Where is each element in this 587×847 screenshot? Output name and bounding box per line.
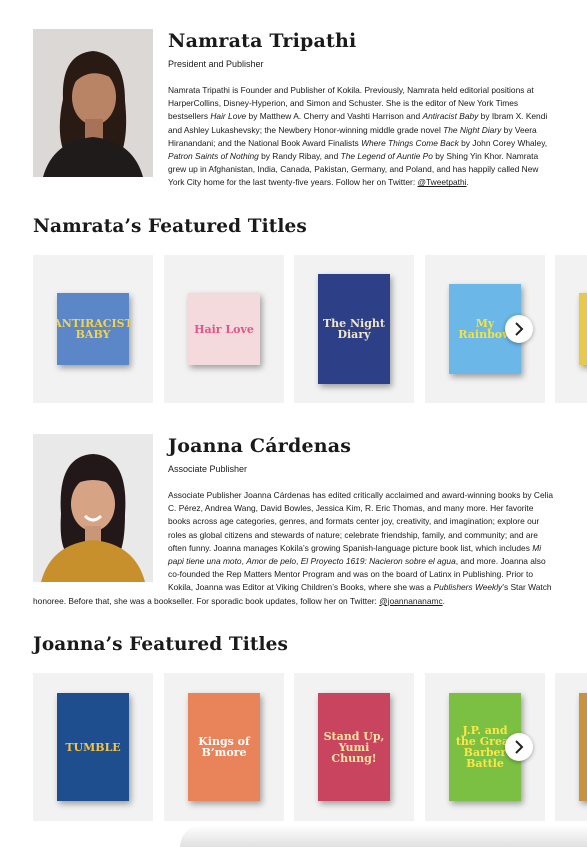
bio-text: by Randy Ribay, and <box>258 151 341 162</box>
partial-book-cover-2[interactable] <box>579 693 587 801</box>
bio-text: by Matthew A. Cherry and Vashti Harrison… <box>246 111 423 122</box>
hair-love-cover[interactable]: Hair Love <box>188 293 260 365</box>
kings-of-bmore-cover[interactable]: Kings of B’more <box>188 693 260 801</box>
namrata-featured-heading: Namrata’s Featured Titles <box>33 216 307 237</box>
bio-text: . <box>466 177 469 188</box>
chevron-right-icon <box>515 322 524 336</box>
book-card[interactable] <box>555 255 587 403</box>
book-card[interactable]: Stand Up, Yumi Chung! <box>294 673 414 821</box>
cover-title-text: TUMBLE <box>65 740 121 754</box>
stand-up-yumi-chung-cover[interactable]: Stand Up, Yumi Chung! <box>318 693 390 801</box>
book-title-italic: El Proyecto 1619: Nacieron sobre el agua <box>300 556 456 567</box>
book-title-italic: Where Things Come Back <box>361 137 459 148</box>
the-night-diary-cover[interactable]: The Night Diary <box>318 274 390 384</box>
photo-namrata-tripathi <box>33 29 153 177</box>
bio-text: . <box>442 595 445 606</box>
joanna-featured-heading: Joanna’s Featured Titles <box>33 634 288 655</box>
book-card[interactable] <box>555 673 587 821</box>
namrata-featured-carousel: ANTIRACIST BABY Hair Love The Night Diary M… <box>33 255 587 403</box>
cover-title-text: ANTIRACIST BABY <box>57 317 129 341</box>
profile-namrata: Namrata Tripathi President and Publisher… <box>33 29 553 190</box>
photo-joanna-cardenas <box>33 434 153 582</box>
bottom-shadow <box>180 825 587 847</box>
tumble-cover[interactable]: TUMBLE <box>57 693 129 801</box>
carousel-next-button-2[interactable] <box>505 733 533 761</box>
book-title-italic: Patron Saints of Nothing <box>168 151 259 162</box>
profile-joanna: Joanna Cárdenas Associate Publisher Asso… <box>33 434 553 608</box>
book-card[interactable]: TUMBLE <box>33 673 153 821</box>
cover-title-text: The Night Diary <box>322 317 385 341</box>
book-title-italic: Hair Love <box>210 111 247 122</box>
chevron-right-icon <box>515 740 524 754</box>
book-card[interactable]: The Night Diary <box>294 255 414 403</box>
book-title-italic: Publishers Weekly <box>433 582 503 593</box>
bio-text: Associate Publisher Joanna Cárdenas has … <box>168 490 553 553</box>
twitter-link[interactable]: @joannananamc <box>379 596 442 606</box>
book-card[interactable]: Hair Love <box>164 255 284 403</box>
book-title-italic: Antiracist Baby <box>422 111 479 122</box>
book-title-italic: The Legend of Auntie Po <box>340 151 433 162</box>
antiracist-baby-cover[interactable]: ANTIRACIST BABY <box>57 293 129 365</box>
bio-text: by John Corey Whaley, <box>458 137 548 148</box>
book-title-italic: The Night Diary <box>443 124 502 135</box>
carousel-next-button[interactable] <box>505 315 533 343</box>
twitter-link[interactable]: @Tweetpathi <box>418 177 467 187</box>
book-card[interactable]: ANTIRACIST BABY <box>33 255 153 403</box>
joanna-featured-carousel: TUMBLE Kings of B’more Stand Up, Yumi Chun… <box>33 673 587 821</box>
cover-title-text: Stand Up, Yumi Chung! <box>323 729 385 765</box>
cover-title-text: Hair Love <box>194 322 254 336</box>
cover-title-text: Kings of B’more <box>198 735 250 759</box>
book-title-italic: Amor de pelo <box>246 556 297 567</box>
book-card[interactable]: Kings of B’more <box>164 673 284 821</box>
partial-book-cover[interactable] <box>579 293 587 365</box>
